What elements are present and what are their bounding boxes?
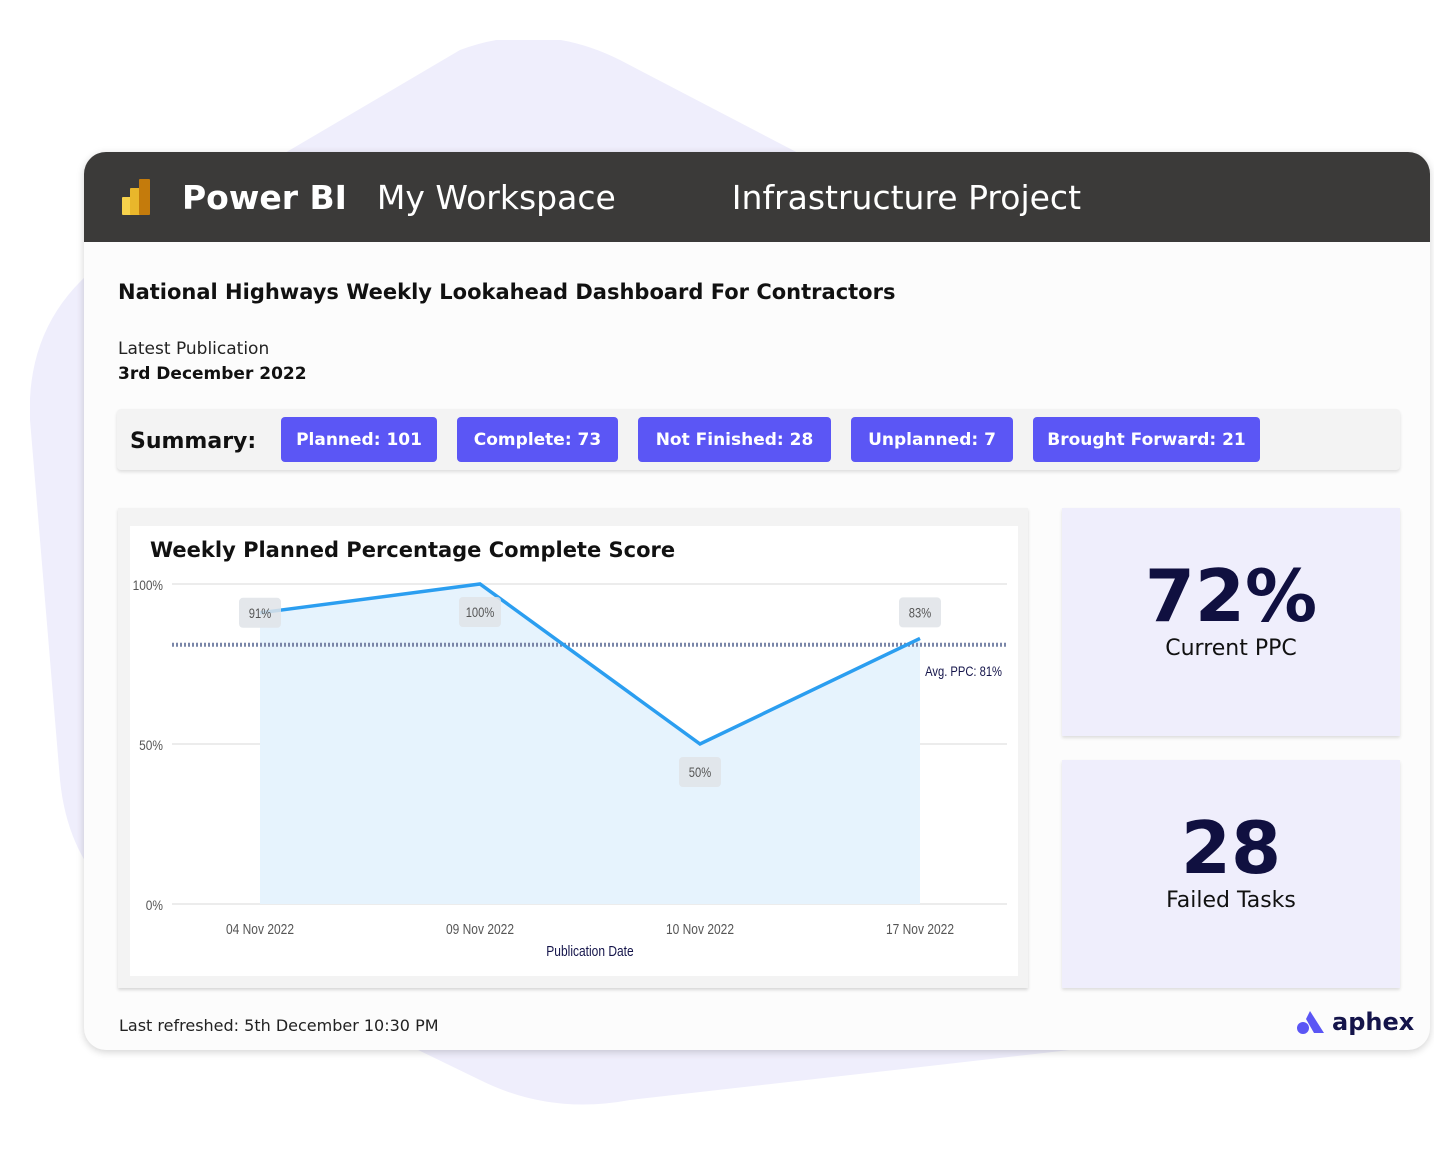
x-tick-label: 04 Nov 2022 (226, 921, 294, 938)
powerbi-logo-icon (122, 179, 152, 215)
complete-pill[interactable]: Complete: 73 (457, 417, 618, 462)
current-ppc-value: 72% (1144, 554, 1318, 638)
y-tick-label: 50% (139, 737, 163, 753)
workspace-link[interactable]: My Workspace (377, 178, 616, 217)
unplanned-pill[interactable]: Unplanned: 7 (851, 417, 1013, 462)
summary-bar: Summary: Planned: 101 Complete: 73 Not F… (117, 409, 1400, 470)
failed-tasks-label: Failed Tasks (1166, 888, 1296, 913)
publication-date: 3rd December 2022 (118, 364, 307, 384)
x-tick-label: 09 Nov 2022 (446, 921, 514, 938)
failed-tasks-value: 28 (1180, 806, 1282, 890)
data-label: 83% (909, 605, 931, 620)
brought-forward-pill[interactable]: Brought Forward: 21 (1033, 417, 1260, 462)
top-bar: Power BI My Workspace Infrastructure Pro… (84, 152, 1430, 242)
planned-pill[interactable]: Planned: 101 (281, 417, 437, 462)
publication-label: Latest Publication (118, 339, 270, 359)
data-label: 91% (249, 606, 271, 621)
summary-label: Summary: (130, 429, 257, 454)
y-tick-label: 100% (133, 577, 164, 593)
last-refreshed: Last refreshed: 5th December 10:30 PM (119, 1016, 439, 1035)
aphex-logo: aphex (1296, 1008, 1414, 1036)
x-tick-label: 10 Nov 2022 (666, 921, 734, 938)
area-fill (260, 584, 920, 904)
aphex-logo-icon (1297, 1011, 1324, 1034)
x-tick-label: 17 Nov 2022 (886, 921, 954, 938)
data-label: 50% (689, 765, 711, 780)
avg-ppc-label: Avg. PPC: 81% (925, 664, 1002, 679)
powerbi-window: Power BI My Workspace Infrastructure Pro… (84, 152, 1430, 1050)
dashboard-title: National Highways Weekly Lookahead Dashb… (118, 280, 896, 304)
ppc-chart-card: Weekly Planned Percentage Complete Score… (118, 508, 1028, 988)
project-name: Infrastructure Project (731, 177, 1082, 217)
current-ppc-label: Current PPC (1165, 636, 1297, 661)
brand-name: Power BI (182, 177, 347, 217)
y-tick-label: 0% (146, 897, 164, 913)
not-finished-pill[interactable]: Not Finished: 28 (638, 417, 831, 462)
ppc-chart: 0% 50% 100% Avg. PPC: 81% 91% 04 Nov 2022 100%… (133, 577, 1007, 960)
x-axis-title: Publication Date (546, 943, 633, 960)
aphex-logo-text: aphex (1332, 1008, 1415, 1036)
failed-tasks-card: 28 Failed Tasks (1062, 760, 1400, 988)
current-ppc-card: 72% Current PPC (1062, 508, 1400, 736)
data-label: 100% (466, 605, 495, 620)
